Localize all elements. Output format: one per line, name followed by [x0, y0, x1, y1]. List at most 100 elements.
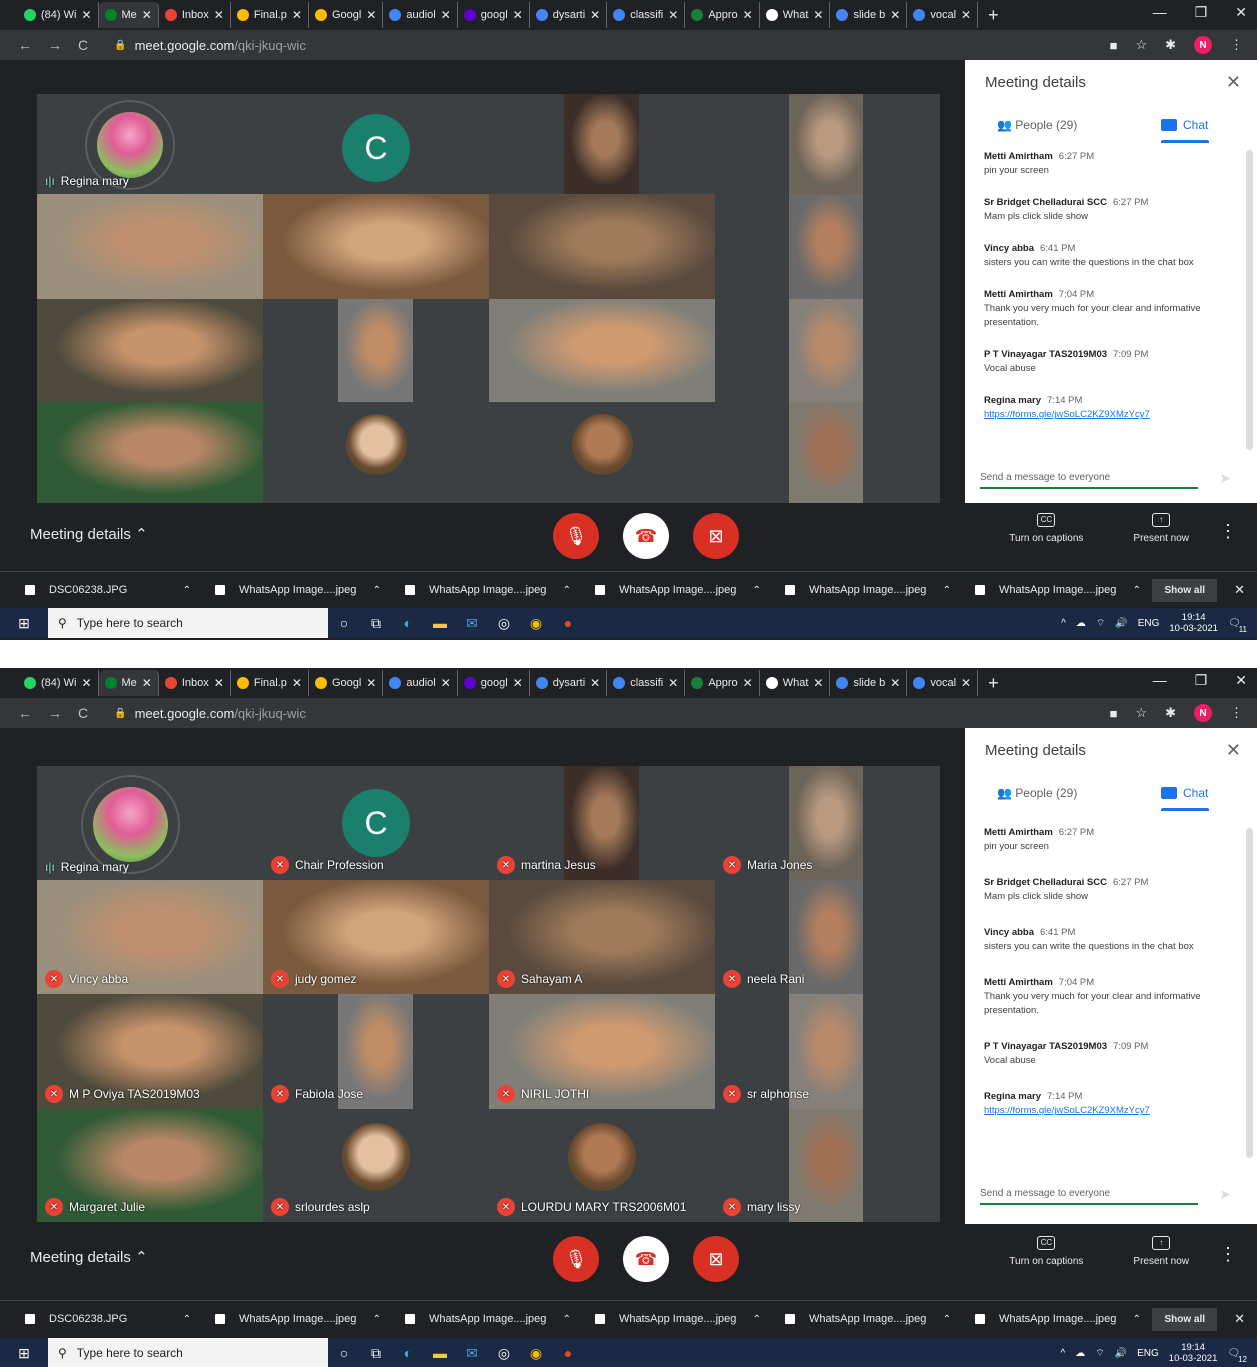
close-tab-icon[interactable]: ✕	[961, 676, 971, 690]
download-item[interactable]: WhatsApp Image....jpeg ⌃	[215, 1313, 405, 1325]
tab-people[interactable]: 👥 People (29)	[997, 786, 1077, 800]
captions-button[interactable]: CC Turn on captions	[1009, 1236, 1083, 1267]
browser-tab[interactable]: What ✕	[760, 2, 831, 28]
chevron-up-icon[interactable]: ⌃	[753, 1314, 761, 1325]
browser-tab[interactable]: Me ✕	[98, 2, 159, 28]
browser-tab[interactable]: (84) Wi ✕	[18, 2, 99, 28]
close-window-icon[interactable]: ✕	[1235, 672, 1247, 689]
edge-icon[interactable]: ◐	[392, 608, 424, 638]
send-message-input[interactable]: Send a message to everyone	[980, 1188, 1198, 1205]
network-icon[interactable]: ⌔	[1096, 617, 1105, 630]
reload-icon[interactable]: C	[78, 705, 88, 721]
more-options-icon[interactable]: ⋮	[1219, 521, 1237, 542]
download-item[interactable]: WhatsApp Image....jpeg ⌃	[785, 1313, 975, 1325]
close-tab-icon[interactable]: ✕	[142, 676, 152, 690]
cloud-icon[interactable]: ☁	[1075, 1348, 1085, 1359]
language-indicator[interactable]: ENG	[1138, 618, 1160, 629]
participant-tile[interactable]	[37, 299, 263, 402]
participant-tile[interactable]: C ✕ Chair Profession	[263, 766, 489, 880]
more-options-icon[interactable]: ⋮	[1219, 1244, 1237, 1265]
participant-tile[interactable]: ✕ NIRIL JOTHI	[489, 994, 715, 1109]
show-all-button[interactable]: Show all	[1152, 1307, 1217, 1331]
browser-tab[interactable]: (84) Wi ✕	[18, 670, 99, 696]
end-call-button[interactable]: ☎	[623, 1236, 669, 1282]
close-tab-icon[interactable]: ✕	[81, 676, 91, 690]
chrome-icon[interactable]: ◉	[520, 1338, 552, 1367]
back-icon[interactable]: ←	[18, 37, 32, 53]
file-explorer-icon[interactable]: ▬	[424, 1338, 456, 1367]
minimize-icon[interactable]: —	[1153, 672, 1167, 689]
participant-tile[interactable]: ✕ Fabiola Jose	[263, 994, 489, 1109]
present-button[interactable]: ↑ Present now	[1133, 1236, 1189, 1267]
show-all-button[interactable]: Show all	[1152, 578, 1217, 602]
new-tab-icon[interactable]: +	[988, 5, 999, 26]
chevron-up-icon[interactable]: ⌃	[373, 585, 381, 596]
chevron-up-icon[interactable]: ⌃	[943, 1314, 951, 1325]
profile-avatar[interactable]: N	[1194, 36, 1212, 54]
close-window-icon[interactable]: ✕	[1235, 4, 1247, 21]
camera-off-button[interactable]: ⊠	[693, 1236, 739, 1282]
cortana-icon[interactable]: ○	[328, 608, 360, 638]
browser-tab[interactable]: What ✕	[760, 670, 831, 696]
participant-tile[interactable]	[489, 94, 715, 194]
close-shelf-icon[interactable]: ✕	[1234, 582, 1245, 598]
message-link[interactable]: https://forms.gle/jwSoLC2KZ9XMzYcy7	[984, 409, 1150, 420]
send-icon[interactable]: ➤	[1219, 1186, 1231, 1203]
file-explorer-icon[interactable]: ▬	[424, 608, 456, 638]
close-tab-icon[interactable]: ✕	[590, 8, 600, 22]
end-call-button[interactable]: ☎	[623, 513, 669, 559]
chevron-up-icon[interactable]: ⌃	[183, 585, 191, 596]
minimize-icon[interactable]: —	[1153, 4, 1167, 21]
participant-tile[interactable]: ✕ neela Rani	[715, 880, 940, 994]
participant-tile[interactable]: ✕ sr alphonse	[715, 994, 940, 1109]
download-item[interactable]: WhatsApp Image....jpeg ⌃	[785, 584, 975, 596]
browser-tab[interactable]: googl ✕	[458, 670, 530, 696]
participant-tile[interactable]: ✕ srlourdes aslp	[263, 1109, 489, 1222]
browser-tab[interactable]: slide b ✕	[830, 670, 908, 696]
participant-tile[interactable]	[263, 402, 489, 503]
download-item[interactable]: DSC06238.JPG ⌃	[25, 584, 215, 596]
extensions-icon[interactable]: ✱	[1165, 37, 1176, 53]
cloud-icon[interactable]: ☁	[1076, 618, 1086, 629]
close-shelf-icon[interactable]: ✕	[1234, 1311, 1245, 1327]
cortana-icon[interactable]: ○	[328, 1338, 360, 1367]
participant-tile[interactable]: ✕ Margaret Julie	[37, 1109, 263, 1222]
tab-chat[interactable]: Chat	[1161, 786, 1208, 800]
participant-tile[interactable]	[715, 402, 940, 503]
participant-tile[interactable]	[715, 299, 940, 402]
close-tab-icon[interactable]: ✕	[292, 676, 302, 690]
participant-tile[interactable]: C	[263, 94, 489, 194]
chevron-up-icon[interactable]: ⌃	[753, 585, 761, 596]
browser-tab[interactable]: vocal ✕	[907, 670, 979, 696]
browser-tab[interactable]: Final.p ✕	[231, 2, 309, 28]
mail-icon[interactable]: ✉	[456, 1338, 488, 1367]
meeting-details-toggle[interactable]: Meeting details ⌃	[30, 1248, 148, 1266]
task-view-icon[interactable]: ⧉	[360, 1338, 392, 1367]
chevron-up-icon[interactable]: ⌃	[183, 1314, 191, 1325]
mic-off-button[interactable]: 🎙	[553, 513, 599, 559]
participant-tile[interactable]: ı|ı Regina mary	[37, 94, 263, 194]
participant-tile[interactable]: ✕ judy gomez	[263, 880, 489, 994]
new-tab-icon[interactable]: +	[988, 673, 999, 694]
send-message-input[interactable]: Send a message to everyone	[980, 472, 1198, 489]
close-tab-icon[interactable]: ✕	[813, 676, 823, 690]
browser-tab[interactable]: vocal ✕	[907, 2, 979, 28]
powerpoint-icon[interactable]: ●	[552, 608, 584, 638]
star-icon[interactable]: ☆	[1135, 37, 1147, 53]
browser-tab[interactable]: classifi ✕	[607, 2, 686, 28]
chevron-up-icon[interactable]: ⌃	[1133, 585, 1141, 596]
dell-icon[interactable]: ◎	[488, 608, 520, 638]
chat-scrollbar[interactable]	[1246, 828, 1253, 1158]
browser-tab[interactable]: audiol ✕	[383, 2, 458, 28]
participant-tile[interactable]: ✕ Vincy abba	[37, 880, 263, 994]
clock[interactable]: 19:14 10-03-2021	[1169, 612, 1218, 634]
close-tab-icon[interactable]: ✕	[513, 676, 523, 690]
volume-icon[interactable]: 🔊	[1115, 618, 1127, 629]
powerpoint-icon[interactable]: ●	[552, 1338, 584, 1367]
download-item[interactable]: WhatsApp Image....jpeg ⌃	[595, 584, 785, 596]
task-view-icon[interactable]: ⧉	[360, 608, 392, 638]
volume-icon[interactable]: 🔊	[1115, 1348, 1127, 1359]
show-hidden-icons-icon[interactable]: ^	[1061, 1348, 1066, 1359]
close-tab-icon[interactable]: ✕	[961, 8, 971, 22]
browser-tab[interactable]: dysarti ✕	[530, 670, 608, 696]
